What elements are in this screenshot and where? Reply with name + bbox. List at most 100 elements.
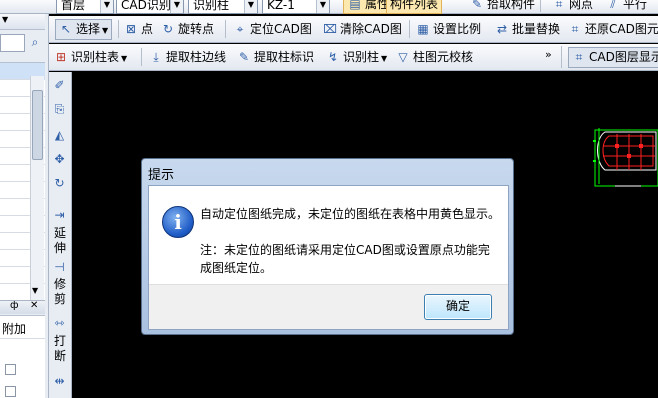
id-select-value: KZ-1: [267, 0, 295, 12]
row-checkbox[interactable]: [5, 386, 16, 397]
toolbar-separator: [118, 20, 119, 38]
properties-panel-header: ф ✕: [0, 300, 45, 314]
identify-table-button[interactable]: ⊞ 识别柱表 ▼: [54, 47, 127, 67]
search-icon[interactable]: ⌕: [27, 35, 43, 51]
left-panel-dropdown[interactable]: ▼: [0, 14, 45, 30]
properties-column-header: 附加: [2, 322, 27, 336]
extract-icon: ⤓: [153, 50, 159, 64]
id-select[interactable]: KZ-1 ▼: [262, 0, 330, 14]
brush-icon[interactable]: ✐: [49, 78, 70, 92]
type-select[interactable]: CAD识别 ▼: [116, 0, 184, 14]
properties-table: 附加: [0, 315, 45, 398]
ok-button[interactable]: 确定: [424, 294, 492, 320]
floor-select-value: 首层: [61, 0, 86, 12]
extend-icon[interactable]: ⇥: [49, 208, 70, 222]
point-button[interactable]: ⊠ 点: [124, 19, 153, 39]
scale-icon: ▦: [417, 22, 429, 36]
break-icon[interactable]: ⇿: [49, 316, 70, 330]
check-icon: ▽: [398, 50, 408, 64]
table-row-divider: [0, 338, 45, 339]
chevron-down-icon[interactable]: ▼: [244, 0, 257, 13]
rotate-point-label: 旋转点: [178, 22, 215, 36]
extract-label-button[interactable]: ✎ 提取柱标识: [237, 47, 314, 67]
chevron-down-icon[interactable]: ▼: [102, 26, 108, 35]
close-icon[interactable]: ✕: [30, 300, 38, 311]
element-select-value: 识别柱: [193, 0, 230, 12]
dialog-body: i 自动定位图纸完成，未定位的图纸在表格中用黄色显示。 注：未定位的图纸请采用定…: [148, 185, 509, 330]
rotate-icon[interactable]: ↻: [49, 176, 70, 190]
dialog-footer: 确定: [149, 284, 508, 329]
toolbar-overflow-button[interactable]: »: [545, 45, 552, 65]
set-scale-button[interactable]: ▦ 设置比例: [416, 19, 481, 39]
cad-layer-button[interactable]: ⌗ CAD图层显示: [568, 47, 658, 68]
batch-replace-button[interactable]: ⇄ 批量替换: [495, 19, 560, 39]
trim-icon[interactable]: ⊣: [49, 260, 70, 274]
row-checkbox[interactable]: [5, 364, 16, 375]
rotate-icon: ↻: [162, 22, 174, 36]
label-icon: ✎: [238, 50, 250, 64]
locate-cad-label: 定位CAD图: [250, 22, 312, 36]
copy-icon[interactable]: ⎘: [49, 102, 70, 117]
properties-icon: ▤: [349, 0, 361, 11]
identify-column-label: 识别柱: [343, 50, 380, 64]
chevron-down-icon[interactable]: ▼: [170, 0, 183, 13]
batch-replace-label: 批量替换: [512, 22, 561, 36]
grid-point-button[interactable]: ⌗ 网点: [552, 0, 593, 14]
component-list-button[interactable]: 构件列表: [386, 0, 443, 14]
mirror-icon[interactable]: ◭: [49, 128, 70, 142]
left-panel: ▼ ⌕ ▼ ф ✕ 附加: [0, 14, 49, 398]
extract-edge-button[interactable]: ⤓ 提取柱边线: [149, 47, 226, 67]
cad-layer-label: CAD图层显示: [589, 50, 658, 64]
column-check-label: 柱图元校核: [413, 50, 474, 64]
column-check-button[interactable]: ▽ 柱图元校核: [396, 47, 473, 67]
toolbar-row-2: ↖ 选择 ▼ ⊠ 点 ↻ 旋转点 ⌖ 定位CAD图 ⌧ 清除CAD图 ▦ 设置比例 ⇄ 批量替换…: [49, 16, 658, 43]
locate-cad-button[interactable]: ⌖ 定位CAD图: [233, 19, 312, 39]
select-button[interactable]: ↖ 选择 ▼: [55, 19, 113, 40]
rotate-point-button[interactable]: ↻ 旋转点: [161, 19, 214, 39]
clear-cad-button[interactable]: ⌧ 清除CAD图: [323, 19, 402, 39]
info-icon: i: [162, 206, 194, 238]
restore-cad-label: 还原CAD图元: [585, 22, 658, 36]
chevron-down-icon[interactable]: ▼: [121, 54, 127, 63]
dialog-message-line2: 注：未定位的图纸请采用定位CAD图或设置原点功能完成图纸定位。: [200, 243, 490, 275]
extend-label[interactable]: 延伸: [53, 226, 67, 256]
layers-icon: ⌗: [575, 50, 583, 64]
grid-icon: ⌗: [555, 0, 563, 11]
pick-component-button[interactable]: ✎ 拾取构件: [470, 0, 535, 14]
parallel-label: 平行: [623, 0, 648, 11]
restore-icon: ⌗: [571, 22, 579, 36]
parallel-button[interactable]: ⫽ 平行: [606, 0, 647, 14]
select-label: 选择: [76, 22, 101, 36]
move-icon[interactable]: ✥: [49, 152, 70, 166]
type-select-value: CAD识别: [121, 0, 171, 12]
prompt-dialog: 提示 i 自动定位图纸完成，未定位的图纸在表格中用黄色显示。 注：未定位的图纸请…: [141, 158, 514, 335]
toolbar-separator: [540, 0, 541, 12]
left-search-box[interactable]: [0, 34, 25, 52]
chevron-down-icon[interactable]: ▼: [2, 15, 8, 24]
trim-label[interactable]: 修剪: [53, 277, 67, 307]
parallel-icon: ⫽: [610, 0, 616, 11]
chevron-down-icon[interactable]: ▼: [100, 0, 113, 13]
scroll-thumb[interactable]: [32, 90, 43, 160]
table-icon: ⊞: [55, 50, 67, 64]
break-label[interactable]: 打断: [53, 334, 67, 364]
pick-component-label: 拾取构件: [487, 0, 536, 11]
toolbar-row-3: ⊞ 识别柱表 ▼ ⤓ 提取柱边线 ✎ 提取柱标识 ↯ 识别柱 ▼ ▽ 柱图元校核 » ⌗ CAD…: [49, 44, 658, 71]
element-select[interactable]: 识别柱 ▼: [188, 0, 258, 14]
toolbar-separator: [141, 48, 142, 66]
dialog-message-line1: 自动定位图纸完成，未定位的图纸在表格中用黄色显示。: [200, 207, 501, 221]
restore-cad-button[interactable]: ⌗ 还原CAD图元: [568, 19, 658, 39]
merge-icon[interactable]: ⇹: [49, 374, 70, 388]
clear-icon: ⌧: [323, 22, 337, 36]
toolbar-separator: [409, 20, 410, 38]
toolbar-separator: [561, 46, 562, 68]
identify-column-button[interactable]: ↯ 识别柱 ▼: [326, 47, 387, 67]
scroll-down-icon[interactable]: ▼: [32, 286, 38, 295]
tree-scrollbar[interactable]: ▼: [30, 76, 44, 300]
pin-icon[interactable]: ф: [10, 300, 19, 311]
chevron-down-icon[interactable]: ▼: [381, 54, 387, 63]
chevron-down-icon[interactable]: ▼: [316, 0, 329, 13]
toolbar-separator: [225, 20, 226, 38]
floor-select[interactable]: 首层 ▼: [56, 0, 114, 14]
locate-icon: ⌖: [236, 22, 244, 36]
